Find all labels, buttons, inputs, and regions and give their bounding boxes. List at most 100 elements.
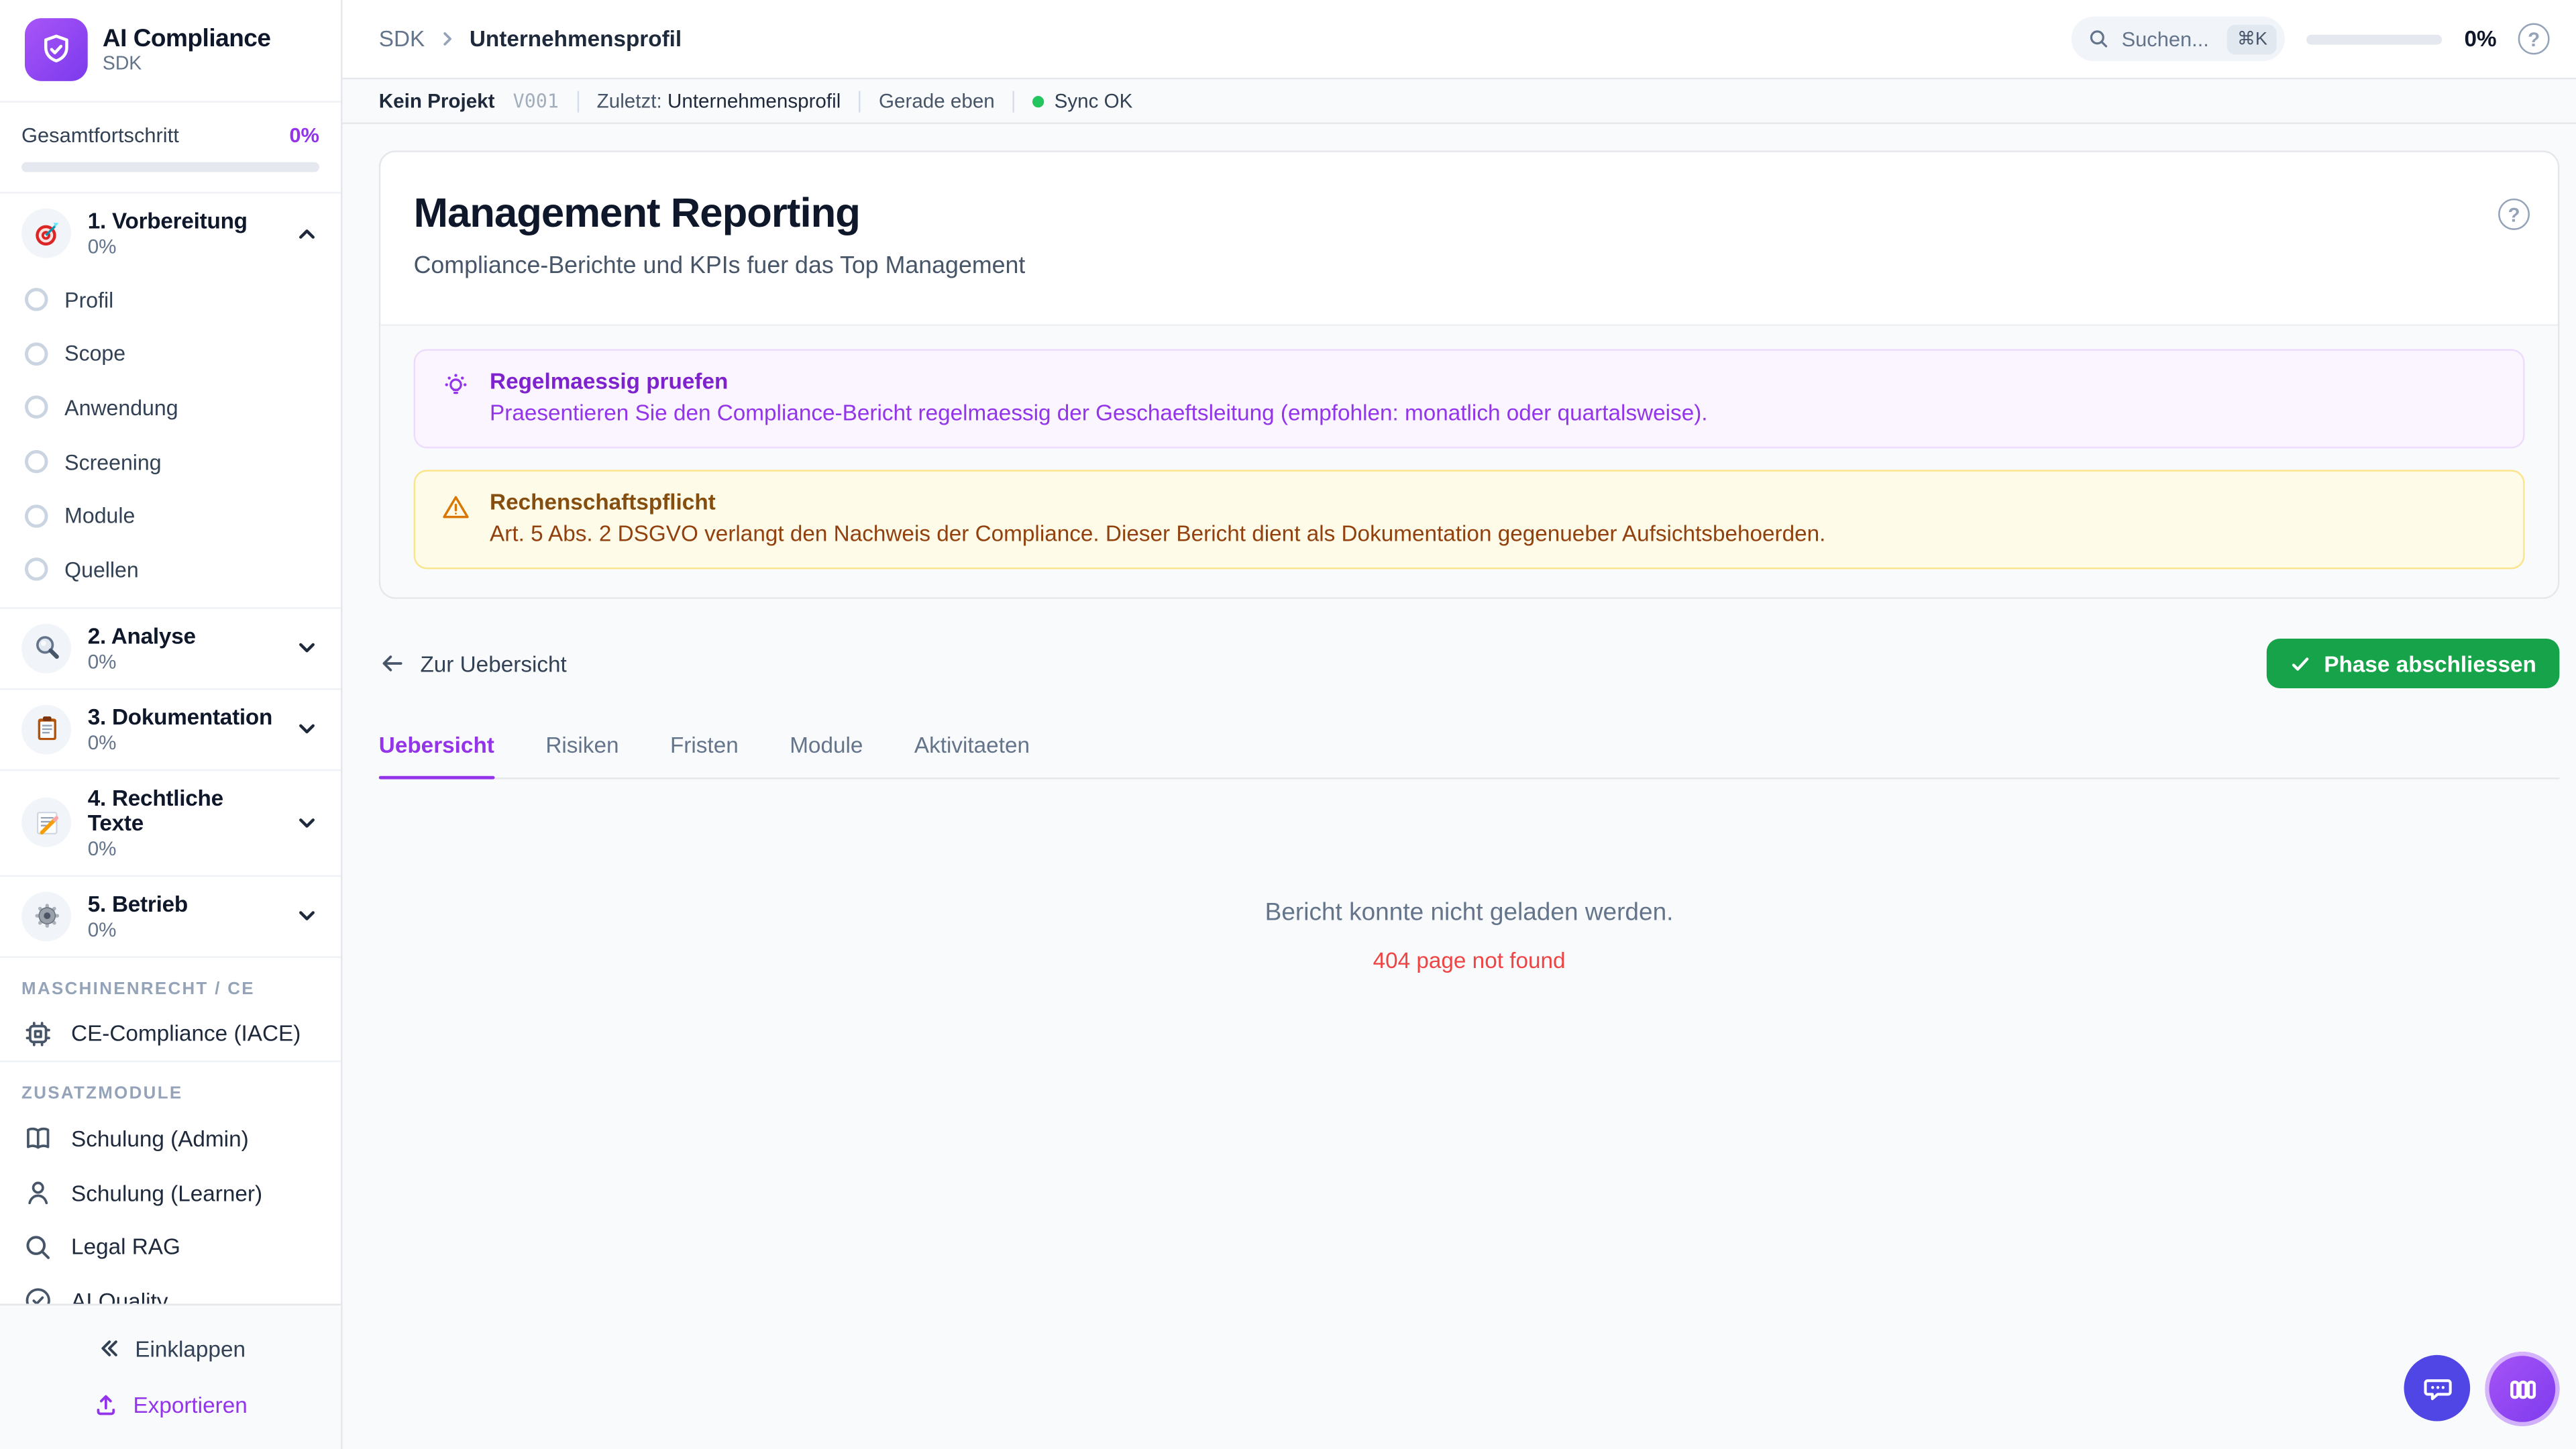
- overall-progress-label: Gesamtfortschritt: [21, 123, 179, 148]
- search-placeholder: Suchen...: [2121, 27, 2209, 51]
- breadcrumb-current: Unternehmensprofil: [469, 26, 682, 52]
- phase-label: 5. Betrieb: [87, 891, 189, 916]
- sidebar-item-ai-quality[interactable]: AI Quality: [0, 1274, 341, 1304]
- app-title: AI Compliance: [102, 24, 271, 53]
- collapse-sidebar-button[interactable]: Einklappen: [0, 1320, 341, 1377]
- content-area: Management Reporting Compliance-Berichte…: [343, 124, 2576, 1449]
- arrow-left-icon: [382, 655, 402, 672]
- empty-state: Bericht konnte nicht geladen werden. 404…: [379, 898, 2560, 973]
- complete-phase-button[interactable]: Phase abschliessen: [2266, 638, 2560, 688]
- sidebar-item-schulung-admin[interactable]: Schulung (Admin): [0, 1112, 341, 1166]
- sidebar-item-ce-compliance[interactable]: CE-Compliance (IACE): [0, 1007, 341, 1061]
- warning-triangle-icon: [443, 496, 469, 519]
- help-icon[interactable]: ?: [2518, 23, 2550, 55]
- sync-status: Sync OK: [1032, 89, 1132, 113]
- chevron-down-icon: [299, 911, 315, 921]
- tab-uebersicht[interactable]: Uebersicht: [378, 733, 494, 780]
- user-icon: [28, 1181, 48, 1205]
- sidebar-item-module[interactable]: Module: [0, 488, 341, 542]
- overall-progress-bar: [21, 162, 319, 172]
- search-icon: [26, 1235, 50, 1258]
- last-edited: Zuletzt: Unternehmensprofil: [596, 89, 841, 113]
- gear-icon: [21, 891, 72, 941]
- sidebar-phase-vorbereitung[interactable]: 1. Vorbereitung 0%: [0, 194, 341, 273]
- breadcrumb-root[interactable]: SDK: [379, 26, 425, 51]
- sidebar-item-schulung-learner[interactable]: Schulung (Learner): [0, 1166, 341, 1220]
- error-404-text: 404 page not found: [1373, 948, 1566, 973]
- sidebar-phase-betrieb[interactable]: 5. Betrieb 0%: [0, 874, 341, 956]
- chat-bubble-icon: [2423, 1378, 2451, 1399]
- chevron-down-icon: [299, 818, 315, 827]
- chevron-up-icon: [299, 228, 315, 238]
- app-root: AI Compliance SDK Gesamtfortschritt 0% 1…: [0, 0, 2576, 1449]
- chevron-down-icon: [299, 724, 315, 734]
- sidebar-item-legal-rag[interactable]: Legal RAG: [0, 1220, 341, 1274]
- clipboard-icon: [21, 704, 72, 754]
- phase-percent: 0%: [87, 917, 117, 941]
- chat-fab-button[interactable]: [2404, 1354, 2471, 1421]
- double-chevron-left-icon: [101, 1340, 117, 1356]
- sidebar-item-quellen[interactable]: Quellen: [0, 543, 341, 596]
- help-icon[interactable]: ?: [2498, 198, 2530, 230]
- radio-unchecked-icon: [24, 288, 48, 312]
- radio-unchecked-icon: [24, 342, 48, 366]
- app-logo: [24, 18, 88, 81]
- phase-subitems: Profil Scope Anwendung Screening Module …: [0, 273, 341, 606]
- topbar-progress-bar: [2307, 34, 2443, 44]
- phase-percent: 0%: [87, 836, 117, 860]
- upload-icon: [97, 1395, 116, 1415]
- sidebar-phase-analyse[interactable]: 2. Analyse 0%: [0, 606, 341, 688]
- topbar: SDK Unternehmensprofil Suchen... ⌘K 0% ?: [342, 0, 2576, 80]
- phase-label: 4. Rechtliche Texte: [87, 785, 223, 835]
- sync-ok-dot-icon: [1032, 95, 1044, 107]
- columns-icon: [2509, 1379, 2535, 1399]
- book-open-icon: [27, 1128, 50, 1150]
- actions-row: Zur Uebersicht Phase abschliessen: [379, 638, 2560, 688]
- panel-toggle-fab-button[interactable]: [2485, 1351, 2560, 1426]
- tab-aktivitaeten[interactable]: Aktivitaeten: [914, 733, 1030, 778]
- tip-title: Regelmaessig pruefen: [490, 368, 729, 394]
- tab-risiken[interactable]: Risiken: [545, 733, 619, 778]
- chip-icon: [25, 1021, 50, 1046]
- phase-percent: 0%: [87, 731, 117, 754]
- project-name: Kein Projekt: [378, 89, 495, 113]
- tab-module[interactable]: Module: [790, 733, 863, 778]
- warning-title: Rechenschaftspflicht: [490, 490, 716, 515]
- divider: [1012, 90, 1015, 112]
- sidebar-phase-rechtliche-texte[interactable]: 4. Rechtliche Texte 0%: [0, 768, 341, 875]
- search-input[interactable]: Suchen... ⌘K: [2072, 16, 2286, 62]
- radio-unchecked-icon: [24, 504, 48, 527]
- page-title: Management Reporting: [413, 190, 861, 237]
- status-bar: Kein Projekt V001 Zuletzt: Unternehmensp…: [342, 79, 2576, 124]
- warning-callout: Rechenschaftspflicht Art. 5 Abs. 2 DSGVO…: [413, 470, 2525, 570]
- sidebar-item-screening[interactable]: Screening: [0, 435, 341, 488]
- lightbulb-icon: [445, 374, 467, 394]
- magnifier-icon: [21, 623, 72, 673]
- phase-label: 1. Vorbereitung: [87, 208, 248, 233]
- overall-progress-value: 0%: [289, 123, 319, 148]
- divider: [859, 90, 861, 112]
- back-to-overview-link[interactable]: Zur Uebersicht: [379, 650, 567, 676]
- chevron-down-icon: [299, 643, 315, 653]
- chevron-right-icon: [443, 32, 451, 46]
- sidebar-item-scope[interactable]: Scope: [0, 327, 341, 380]
- tab-fristen[interactable]: Fristen: [670, 733, 739, 778]
- phase-percent: 0%: [87, 649, 117, 673]
- breadcrumb: SDK Unternehmensprofil: [379, 26, 682, 51]
- report-card: Management Reporting Compliance-Berichte…: [378, 150, 2560, 599]
- tip-callout: Regelmaessig pruefen Praesentieren Sie d…: [413, 349, 2525, 449]
- sidebar-phase-dokumentation[interactable]: 3. Dokumentation 0%: [0, 687, 341, 769]
- radio-unchecked-icon: [24, 557, 48, 582]
- sidebar: AI Compliance SDK Gesamtfortschritt 0% 1…: [0, 0, 343, 1449]
- phase-label: 3. Dokumentation: [87, 704, 273, 729]
- sidebar-item-profil[interactable]: Profil: [0, 273, 341, 327]
- empty-state-message: Bericht konnte nicht geladen werden.: [1265, 898, 1674, 927]
- check-circle-icon: [25, 1288, 50, 1304]
- topbar-progress-value: 0%: [2464, 26, 2497, 52]
- export-button[interactable]: Exportieren: [0, 1377, 341, 1433]
- overall-progress: Gesamtfortschritt 0%: [0, 103, 341, 194]
- search-shortcut-kbd: ⌘K: [2226, 23, 2277, 54]
- radio-unchecked-icon: [24, 450, 48, 474]
- sidebar-item-anwendung[interactable]: Anwendung: [0, 381, 341, 435]
- phase-label: 2. Analyse: [87, 623, 196, 648]
